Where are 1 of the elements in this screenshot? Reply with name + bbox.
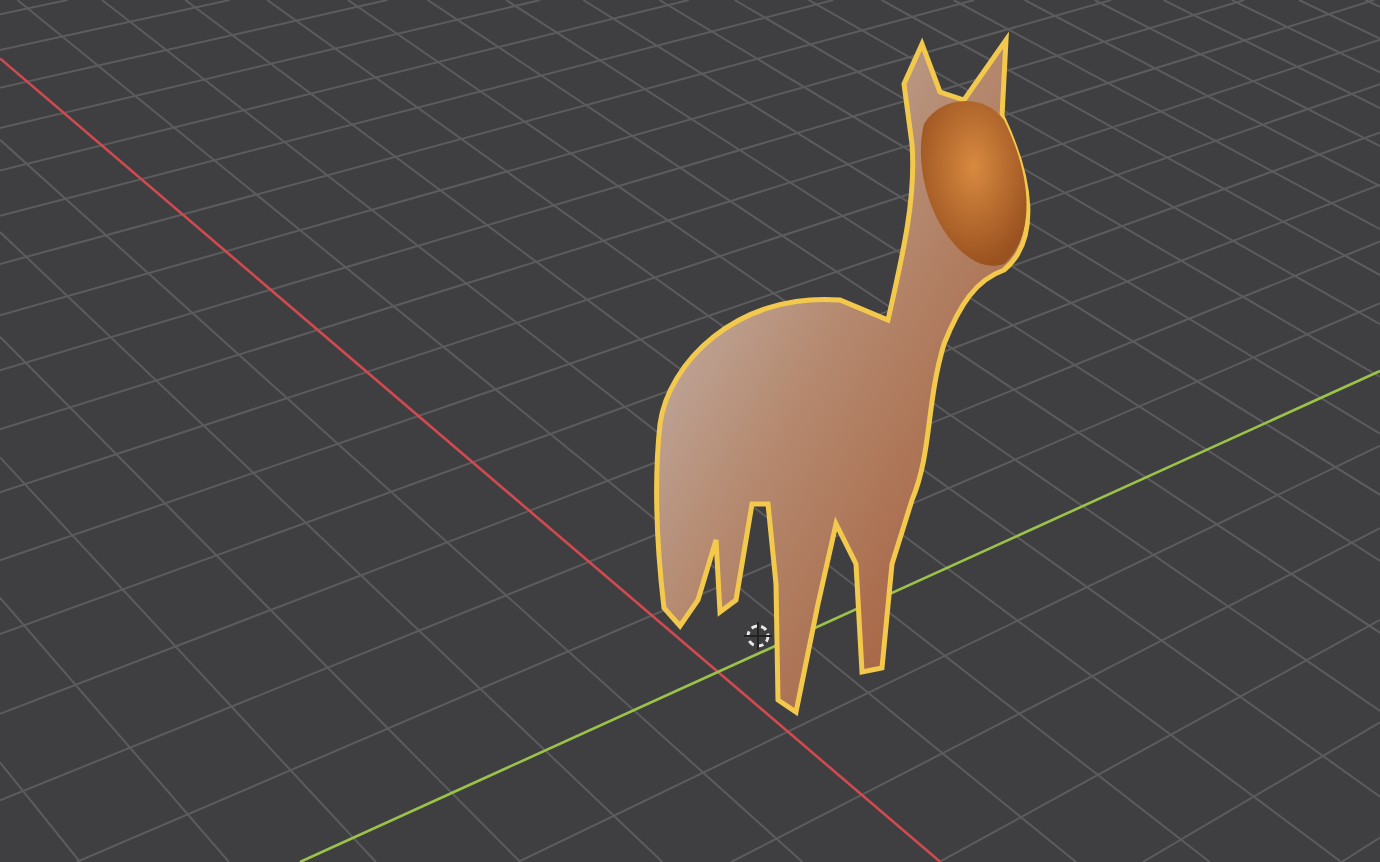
cursor-icon <box>743 621 773 651</box>
